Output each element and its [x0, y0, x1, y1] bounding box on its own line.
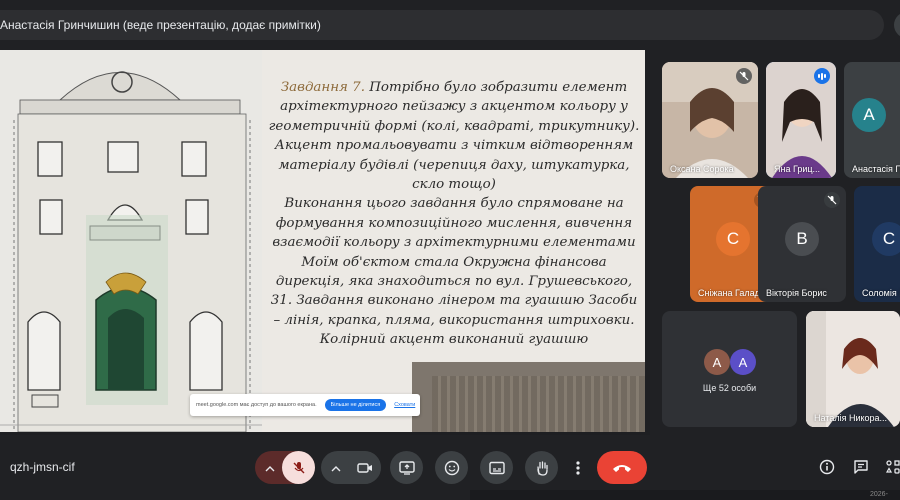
avatar: А — [704, 349, 730, 375]
mic-control-group — [255, 451, 315, 484]
avatar: А — [730, 349, 756, 375]
screen-share-banner: meet.google.com має доступ до вашого екр… — [190, 394, 420, 416]
more-participants-label: Ще 52 особи — [702, 383, 757, 393]
emoji-button[interactable] — [435, 451, 468, 484]
mic-options-chevron-icon[interactable] — [265, 461, 275, 479]
leave-call-button[interactable] — [597, 451, 647, 484]
slide-body: Завдання 7. Потрібно було зобразити елем… — [268, 78, 640, 350]
more-participants-tile[interactable]: А А Ще 52 особи — [662, 311, 797, 427]
taskbar-date: 2026- — [870, 491, 888, 498]
meeting-code: qzh-jmsn-cif — [10, 460, 75, 474]
participant-tile[interactable]: А Анастасія Гр... — [844, 62, 900, 178]
mic-toggle-button[interactable] — [282, 451, 315, 484]
mic-off-icon — [293, 461, 304, 473]
activities-icon — [885, 460, 900, 474]
emoji-icon — [444, 460, 459, 475]
participant-name: Сніжана Галад... — [698, 288, 768, 298]
participant-name: Соломія В... — [862, 288, 900, 298]
more-vert-icon — [576, 460, 580, 475]
os-taskbar — [470, 490, 900, 500]
participant-name: Анастасія Гр... — [852, 164, 900, 174]
info-icon — [819, 459, 835, 475]
chat-button[interactable] — [850, 456, 872, 478]
meet-window: Анастасія Гринчишин (веде презентацію, д… — [0, 0, 900, 500]
avatar: С — [716, 222, 750, 256]
speaking-indicator-icon — [814, 68, 830, 84]
captions-icon — [488, 461, 505, 474]
avatar: С — [872, 222, 900, 256]
more-options-button[interactable] — [568, 451, 588, 484]
camera-toggle-button[interactable] — [348, 451, 381, 484]
slide-text-panel: Завдання 7. Потрібно було зобразити елем… — [262, 50, 645, 432]
participant-name: Оксана Сорока — [670, 164, 734, 174]
slide-building-drawing — [0, 50, 262, 432]
mic-off-icon — [824, 192, 840, 208]
chat-icon — [854, 460, 868, 474]
present-screen-button[interactable] — [390, 451, 423, 484]
participant-tile[interactable]: Яна Гриц... — [766, 62, 836, 178]
meeting-details-button[interactable] — [816, 456, 838, 478]
participant-video — [806, 311, 900, 427]
participant-tile[interactable]: В Вікторія Борис — [758, 186, 846, 302]
task-label: Завдання 7. — [280, 80, 365, 95]
hand-icon — [536, 460, 548, 476]
participant-tile[interactable]: С Соломія В... — [854, 186, 900, 302]
share-banner-message: meet.google.com має доступ до вашого екр… — [196, 402, 317, 408]
slide-paragraph-2: Виконання цього завдання було спрямоване… — [270, 196, 638, 348]
captions-button[interactable] — [480, 451, 513, 484]
shared-screen: Завдання 7. Потрібно було зобразити елем… — [0, 50, 650, 435]
participant-name: Яна Гриц... — [774, 164, 821, 174]
participant-tile[interactable]: Оксана Сорока — [662, 62, 758, 178]
camera-control-group — [321, 451, 381, 484]
slide-ornament-pattern — [432, 376, 645, 432]
hide-banner-link[interactable]: Сховати — [394, 402, 415, 408]
stop-sharing-button[interactable]: Більше не ділитися — [324, 399, 387, 411]
avatar: В — [785, 222, 819, 256]
top-right-chip[interactable] — [894, 12, 900, 38]
camera-options-chevron-icon[interactable] — [331, 461, 341, 479]
participant-name: Наталія Никора... — [814, 413, 888, 423]
mic-off-icon — [736, 68, 752, 84]
activities-button[interactable] — [882, 456, 900, 478]
participant-name: Вікторія Борис — [766, 288, 827, 298]
end-call-icon — [613, 464, 631, 472]
avatar: А — [852, 98, 886, 132]
presenter-label: Анастасія Гринчишин (веде презентацію, д… — [0, 18, 321, 32]
raise-hand-button[interactable] — [525, 451, 558, 484]
presenter-bar: Анастасія Гринчишин (веде презентацію, д… — [0, 10, 884, 40]
participant-tile[interactable]: Наталія Никора... — [806, 311, 900, 427]
slide-paragraph-1: Потрібно було зобразити елемент архітект… — [268, 80, 640, 193]
camera-icon — [356, 462, 372, 473]
present-icon — [398, 460, 415, 475]
